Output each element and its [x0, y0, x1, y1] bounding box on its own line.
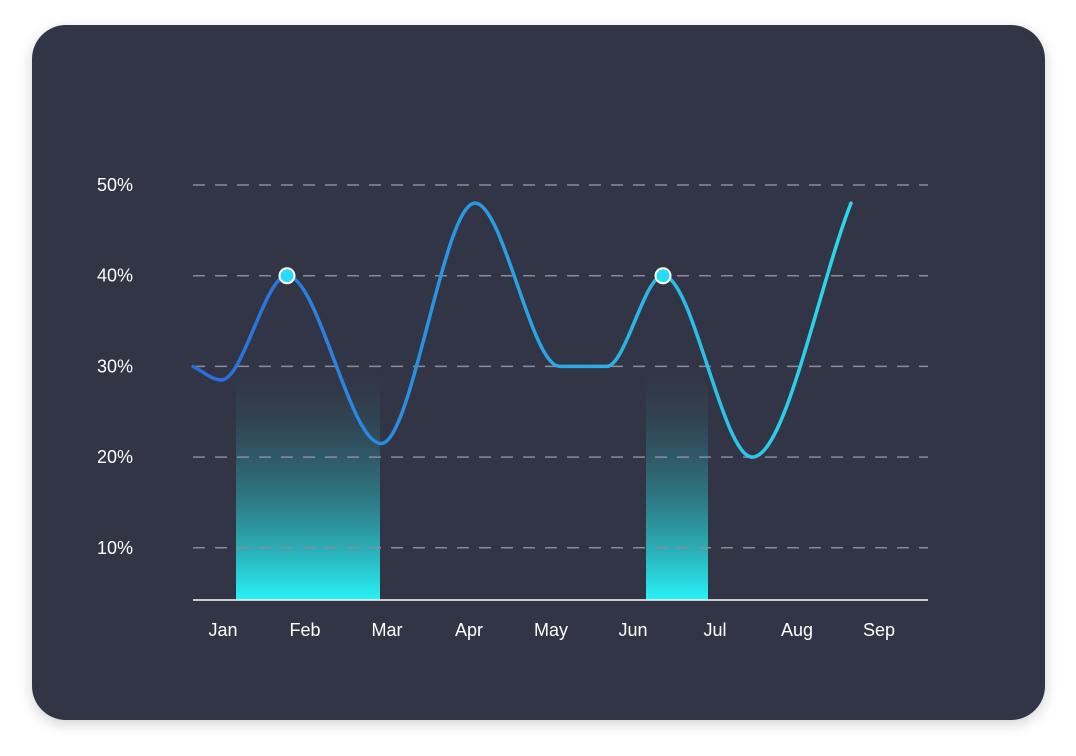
highlight-band-1 [646, 366, 708, 600]
x-axis: Jan Feb Mar Apr May Jun Jul Aug Sep [208, 620, 895, 640]
data-point-marker [654, 267, 672, 285]
x-tick-label: May [534, 620, 568, 640]
x-tick-label: Aug [781, 620, 813, 640]
x-tick-label: Apr [455, 620, 483, 640]
y-tick-label: 20% [97, 447, 133, 467]
line-chart: 10% 20% 30% 40% 50% Jan Feb Mar Apr May Jun Jul Aug… [97, 175, 928, 640]
highlight-band-0 [236, 366, 380, 600]
x-tick-label: Jul [703, 620, 726, 640]
x-tick-label: Mar [372, 620, 403, 640]
x-tick-label: Jun [618, 620, 647, 640]
y-tick-label: 30% [97, 356, 133, 376]
y-tick-label: 50% [97, 175, 133, 195]
highlight-bands [236, 366, 708, 600]
x-tick-label: Sep [863, 620, 895, 640]
x-tick-label: Jan [208, 620, 237, 640]
data-point-marker [278, 267, 296, 285]
y-tick-label: 40% [97, 266, 133, 286]
y-axis: 10% 20% 30% 40% 50% [97, 175, 133, 558]
x-tick-label: Feb [289, 620, 320, 640]
y-tick-label: 10% [97, 538, 133, 558]
